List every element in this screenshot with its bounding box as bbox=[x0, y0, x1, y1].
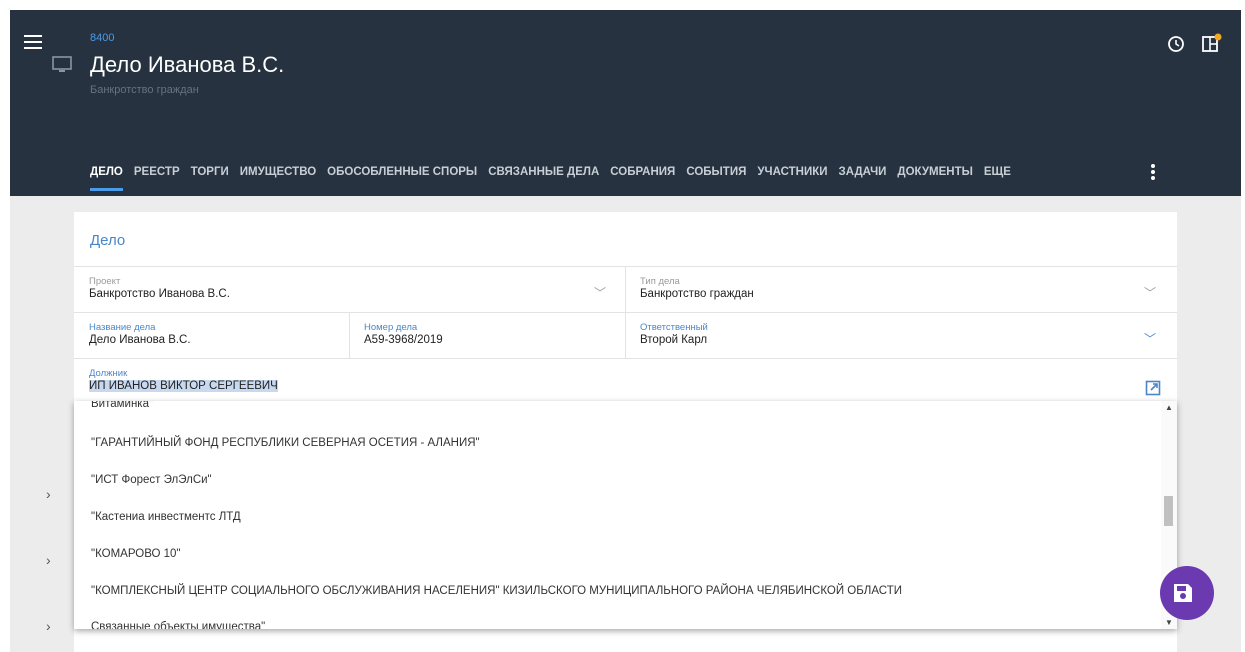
list-item[interactable]: Связанные объекты имущества" bbox=[91, 621, 265, 629]
scroll-thumb[interactable] bbox=[1164, 496, 1173, 526]
debtor-dropdown-list[interactable]: Витаминка" "ГАРАНТИЙНЫЙ ФОНД РЕСПУБЛИКИ … bbox=[74, 401, 1177, 629]
responsible-value: Второй Карл bbox=[640, 334, 708, 346]
chevron-down-icon[interactable]: ﹀ bbox=[1144, 330, 1156, 347]
list-item[interactable]: "КОМПЛЕКСНЫЙ ЦЕНТР СОЦИАЛЬНОГО ОБСЛУЖИВА… bbox=[91, 585, 902, 597]
tab-bar: ДЕЛО РЕЕСТР ТОРГИ ИМУЩЕСТВО ОБОСОБЛЕННЫЕ… bbox=[90, 166, 1022, 191]
project-field[interactable]: Проект Банкротство Иванова В.С. bbox=[89, 276, 230, 300]
case-name-label: Название дела bbox=[89, 322, 156, 333]
list-item[interactable]: "ИСТ Форест ЭлЭлСи" bbox=[91, 474, 212, 486]
case-name-field[interactable]: Название дела Дело Иванова В.С. bbox=[89, 322, 191, 346]
tab-participants[interactable]: УЧАСТНИКИ bbox=[757, 166, 827, 178]
expand-chevron-icon[interactable]: › bbox=[46, 486, 51, 502]
tab-separate-disputes[interactable]: ОБОСОБЛЕННЫЕ СПОРЫ bbox=[327, 166, 477, 178]
project-value: Банкротство Иванова В.С. bbox=[89, 288, 230, 300]
more-vert-icon[interactable] bbox=[1151, 164, 1155, 182]
case-no-field[interactable]: Номер дела А59-3968/2019 bbox=[364, 322, 443, 346]
debtor-field[interactable]: Должник ИП ИВАНОВ ВИКТОР СЕРГЕЕВИЧ bbox=[89, 368, 278, 392]
chevron-down-icon[interactable]: ﹀ bbox=[1144, 284, 1156, 301]
tab-torgi[interactable]: ТОРГИ bbox=[191, 166, 229, 178]
tab-meetings[interactable]: СОБРАНИЯ bbox=[610, 166, 675, 178]
expand-chevron-icon[interactable]: › bbox=[46, 552, 51, 568]
page-title: Дело Иванова В.С. bbox=[90, 52, 285, 77]
case-subtitle: Банкротство граждан bbox=[90, 84, 199, 96]
case-number: 8400 bbox=[90, 32, 115, 44]
tab-documents[interactable]: ДОКУМЕНТЫ bbox=[897, 166, 972, 178]
case-type-field[interactable]: Тип дела Банкротство граждан bbox=[640, 276, 754, 300]
list-item[interactable]: Витаминка" bbox=[91, 401, 153, 410]
divider bbox=[349, 312, 350, 358]
case-header: 8400 Дело Иванова В.С. Банкротство гражд… bbox=[10, 10, 1241, 196]
tab-tasks[interactable]: ЗАДАЧИ bbox=[839, 166, 887, 178]
open-external-icon[interactable] bbox=[1145, 380, 1161, 396]
panel-notification-icon[interactable] bbox=[1202, 33, 1224, 53]
debtor-value: ИП ИВАНОВ ВИКТОР СЕРГЕЕВИЧ bbox=[89, 380, 278, 392]
divider bbox=[74, 358, 1177, 359]
case-no-value: А59-3968/2019 bbox=[364, 334, 443, 346]
card-title: Дело bbox=[90, 232, 126, 249]
expand-chevron-icon[interactable]: › bbox=[46, 618, 51, 634]
divider bbox=[625, 266, 626, 358]
save-icon bbox=[1174, 584, 1192, 602]
debtor-label: Должник bbox=[89, 368, 128, 379]
case-name-value: Дело Иванова В.С. bbox=[89, 334, 191, 346]
tab-more[interactable]: ЕЩЕ bbox=[984, 166, 1011, 178]
save-button[interactable] bbox=[1160, 566, 1214, 620]
chevron-down-icon[interactable]: ﹀ bbox=[594, 284, 606, 301]
monitor-icon bbox=[52, 56, 72, 72]
case-type-label: Тип дела bbox=[640, 276, 680, 287]
list-item[interactable]: "ГАРАНТИЙНЫЙ ФОНД РЕСПУБЛИКИ СЕВЕРНАЯ ОС… bbox=[91, 437, 480, 449]
list-item[interactable]: "Кастениа инвестментс ЛТД bbox=[91, 511, 241, 523]
tab-delo[interactable]: ДЕЛО bbox=[90, 166, 123, 191]
case-no-label: Номер дела bbox=[364, 322, 418, 333]
project-label: Проект bbox=[89, 276, 121, 287]
responsible-field[interactable]: Ответственный Второй Карл bbox=[640, 322, 708, 346]
scroll-up-icon[interactable]: ▲ bbox=[1165, 403, 1173, 412]
clock-icon[interactable] bbox=[1167, 35, 1185, 53]
tab-imushchestvo[interactable]: ИМУЩЕСТВО bbox=[240, 166, 316, 178]
tab-events[interactable]: СОБЫТИЯ bbox=[686, 166, 746, 178]
list-item[interactable]: "КОМАРОВО 10" bbox=[91, 548, 181, 560]
tab-reestr[interactable]: РЕЕСТР bbox=[134, 166, 180, 178]
menu-icon[interactable] bbox=[24, 35, 42, 49]
app-frame: 8400 Дело Иванова В.С. Банкротство гражд… bbox=[10, 10, 1241, 652]
scroll-down-icon[interactable]: ▼ bbox=[1165, 618, 1173, 627]
responsible-label: Ответственный bbox=[640, 322, 708, 333]
case-type-value: Банкротство граждан bbox=[640, 288, 754, 300]
tab-related-cases[interactable]: СВЯЗАННЫЕ ДЕЛА bbox=[488, 166, 599, 178]
